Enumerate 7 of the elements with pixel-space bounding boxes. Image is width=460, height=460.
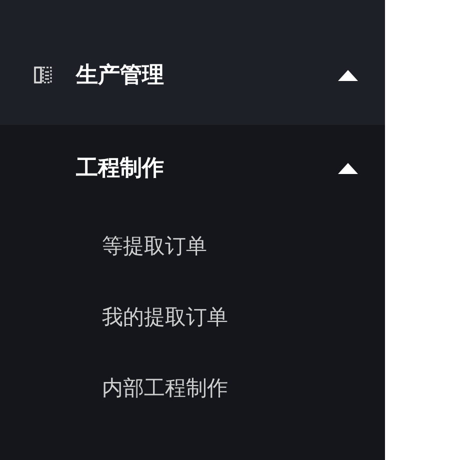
caret-icon	[338, 70, 358, 80]
menu-link[interactable]: 我的提取订单	[0, 282, 385, 353]
menu-link[interactable]: 内部工程制作	[0, 353, 385, 424]
submenu-item[interactable]: 工程制作	[0, 125, 385, 211]
menu-link[interactable]: 等提取订单	[0, 211, 385, 282]
caret-icon	[338, 162, 358, 174]
book-icon	[34, 66, 52, 84]
